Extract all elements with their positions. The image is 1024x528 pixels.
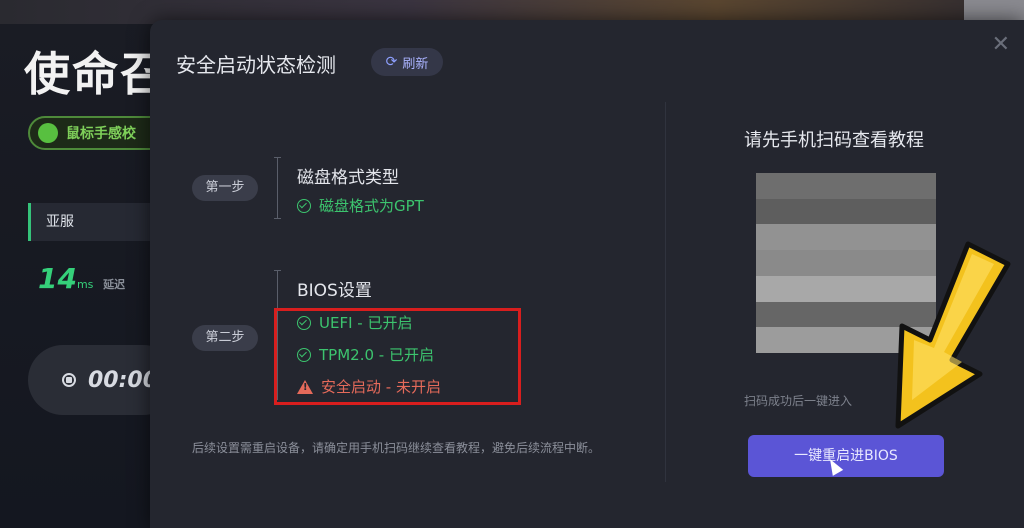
restart-to-bios-button[interactable]: 一键重启进BIOS [748, 435, 944, 477]
qr-cell [807, 275, 834, 302]
check-gpt-label: 磁盘格式为GPT [319, 197, 424, 215]
qr-cell [756, 198, 782, 225]
panel-divider [665, 102, 666, 482]
qr-cell [858, 173, 885, 199]
step-1-bracket [277, 157, 278, 219]
qr-cell [781, 224, 808, 251]
step-1-bracket-top [274, 157, 281, 158]
qr-cell [858, 198, 885, 225]
qr-cell [756, 275, 782, 302]
qr-cell [781, 173, 808, 199]
mouse-chip-label: 鼠标手感校 [66, 126, 136, 142]
qr-cell [756, 301, 782, 328]
pointing-arrow-icon [895, 241, 1011, 429]
step-2-bracket-top [274, 270, 281, 271]
check-gpt: 磁盘格式为GPT [297, 195, 424, 216]
qr-cell [807, 250, 834, 276]
qr-cell [884, 198, 911, 225]
restart-footnote: 后续设置需重启设备，请确定用手机扫码继续查看教程，避免后续流程中断。 [192, 441, 601, 455]
qr-cell [807, 173, 834, 199]
qr-cell [807, 198, 834, 225]
qr-cell [833, 224, 859, 251]
latency-value: 14 [38, 262, 77, 295]
qr-cell [910, 173, 936, 199]
dialog-title: 安全启动状态检测 [176, 53, 336, 77]
close-icon[interactable]: ✕ [992, 34, 1010, 56]
latency-readout: 14ms 延迟 [38, 262, 125, 295]
qr-cell [833, 198, 859, 225]
qr-cell [807, 224, 834, 251]
qr-cell [756, 173, 782, 199]
game-title: 使命召 [24, 47, 168, 101]
qr-cell [756, 224, 782, 251]
qr-cell [781, 301, 808, 328]
mouse-icon [38, 123, 58, 143]
stop-icon [62, 373, 76, 387]
qr-cell [781, 198, 808, 225]
qr-cell [910, 198, 936, 225]
qr-cell [756, 250, 782, 276]
qr-cell [807, 327, 834, 353]
refresh-button[interactable]: ⟳ 刷新 [371, 48, 443, 76]
step-1-bracket-bottom [274, 218, 281, 219]
qr-cell [884, 173, 911, 199]
qr-cell [781, 275, 808, 302]
annotation-highlight-box [274, 308, 521, 405]
disk-format-title: 磁盘格式类型 [297, 168, 399, 188]
refresh-label: 刷新 [402, 56, 429, 72]
qr-cell [756, 327, 782, 353]
bios-settings-title: BIOS设置 [297, 281, 372, 301]
step-badge-1: 第一步 [192, 175, 258, 201]
refresh-icon: ⟳ [385, 54, 398, 70]
step-badge-2: 第二步 [192, 325, 258, 351]
qr-cell [833, 250, 859, 276]
latency-unit: ms [76, 278, 94, 291]
scan-tip: 扫码成功后一键进入 [744, 394, 853, 408]
qr-cell [781, 250, 808, 276]
qr-cell [833, 173, 859, 199]
check-circle-icon [297, 198, 311, 213]
timer-text: 00:00 [88, 367, 159, 393]
qr-cell [807, 301, 834, 328]
latency-label: 延迟 [103, 278, 126, 291]
qr-title: 请先手机扫码查看教程 [744, 130, 924, 151]
qr-cell [781, 327, 808, 353]
qr-cell [833, 327, 859, 353]
region-indicator [28, 203, 31, 241]
qr-cell [833, 301, 859, 328]
qr-cell [833, 275, 859, 302]
region-selector[interactable]: 亚服 [28, 203, 168, 241]
